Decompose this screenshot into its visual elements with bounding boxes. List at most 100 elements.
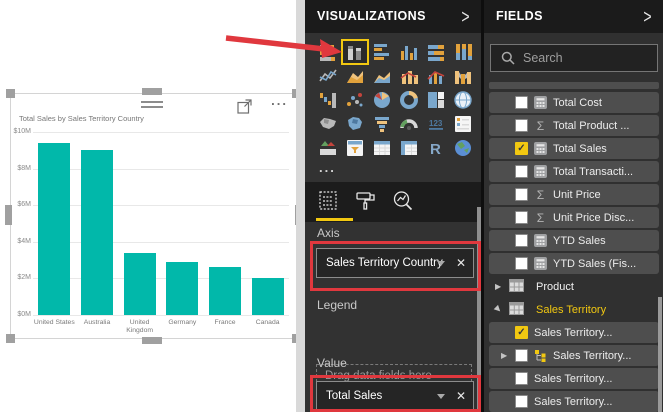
field-row-total-cost-0[interactable]: Total Cost	[489, 92, 659, 113]
checkbox[interactable]	[515, 165, 528, 178]
bar-united-kingdom[interactable]	[124, 253, 156, 315]
viz-icon-kpi[interactable]	[316, 137, 340, 159]
value-field-well[interactable]: Total Sales ✕	[316, 381, 474, 411]
drag-handle-icon[interactable]	[141, 101, 163, 111]
y-axis-tick: $6M	[11, 201, 31, 208]
viz-icon-stacked-column-chart[interactable]	[343, 41, 367, 63]
checkbox[interactable]	[515, 372, 528, 385]
viz-icon-card[interactable]: 123	[424, 113, 448, 135]
field-row-product-8[interactable]: ▶Product	[489, 276, 659, 297]
field-row-sales-territory-12[interactable]: Sales Territory...	[489, 368, 659, 389]
field-row-total-transacti-3[interactable]: Total Transacti...	[489, 161, 659, 182]
field-row-sales-territory-9[interactable]: ▶ Sales Territory	[489, 299, 659, 320]
resize-handle-top[interactable]	[142, 88, 162, 95]
selected-tab-underline	[316, 218, 353, 221]
field-row-ytd-sales-6[interactable]: YTD Sales	[489, 230, 659, 251]
viz-icon-waterfall-chart[interactable]	[316, 89, 340, 111]
viz-icon-funnel[interactable]	[370, 113, 394, 135]
resize-handle-bottom-left[interactable]	[6, 334, 15, 343]
viz-icon-gauge[interactable]	[397, 113, 421, 135]
collapse-pane-icon[interactable]: >	[643, 0, 652, 40]
field-row-sales-territory-11[interactable]: ▶Sales Territory...	[489, 345, 659, 366]
field-row-sales-territory-13[interactable]: Sales Territory...	[489, 391, 659, 412]
checkbox[interactable]	[515, 119, 528, 132]
viz-icon-line-and-stacked-column-chart[interactable]	[397, 65, 421, 87]
collapse-chevron-icon[interactable]: ▶	[493, 303, 505, 315]
visual-options-icon[interactable]: ...	[271, 93, 288, 108]
remove-field-icon[interactable]: ✕	[456, 389, 466, 403]
bar-germany[interactable]	[166, 262, 198, 315]
viz-icon-line-chart[interactable]	[316, 65, 340, 87]
viz-icon-line-and-clustered-column-chart[interactable]	[424, 65, 448, 87]
checkbox[interactable]	[515, 257, 528, 270]
field-label: Unit Price Disc...	[553, 212, 634, 224]
x-axis-label: France	[204, 319, 247, 327]
bar-united-states[interactable]	[38, 143, 70, 315]
x-axis-label: Germany	[161, 319, 204, 327]
viz-icon-100-stacked-bar-chart[interactable]	[424, 41, 448, 63]
viz-icon-100-stacked-column-chart[interactable]	[451, 41, 475, 63]
axis-field-well[interactable]: Sales Territory Country ✕	[316, 248, 474, 278]
remove-field-icon[interactable]: ✕	[456, 256, 466, 270]
field-row-unit-price-4[interactable]: ΣUnit Price	[489, 184, 659, 205]
viz-icon-slicer[interactable]	[343, 137, 367, 159]
bar-australia[interactable]	[81, 150, 113, 315]
viz-icon-map[interactable]	[451, 89, 475, 111]
field-row-total-sales-2[interactable]: ✓Total Sales	[489, 138, 659, 159]
gridline	[33, 205, 289, 206]
checkbox[interactable]	[515, 211, 528, 224]
chart-title: Total Sales by Sales Territory Country	[19, 114, 144, 123]
viz-icon-scatter-chart[interactable]	[343, 89, 367, 111]
field-row-total-product-1[interactable]: ΣTotal Product ...	[489, 115, 659, 136]
more-visuals-icon[interactable]: ...	[319, 160, 336, 175]
viz-icon-r-script-visual[interactable]: R	[424, 137, 448, 159]
report-canvas[interactable]: ... Total Sales by Sales Territory Count…	[0, 0, 296, 412]
field-row-sales-territory-10[interactable]: ✓ Sales Territory...	[489, 322, 659, 343]
table-label: Sales Territory	[536, 304, 606, 316]
checkbox[interactable]: ✓	[515, 326, 528, 339]
checkbox[interactable]	[515, 349, 528, 362]
viz-icon-donut-chart[interactable]	[397, 89, 421, 111]
viz-icon-stacked-bar-chart[interactable]	[316, 41, 340, 63]
expand-chevron-icon[interactable]: ▶	[501, 351, 509, 360]
calculator-icon	[534, 257, 547, 270]
field-row-unit-price-disc-5[interactable]: ΣUnit Price Disc...	[489, 207, 659, 228]
checkbox[interactable]: ✓	[515, 142, 528, 155]
collapse-pane-icon[interactable]: >	[461, 0, 470, 40]
viz-icon-stacked-area-chart[interactable]	[370, 65, 394, 87]
chevron-down-icon[interactable]	[437, 394, 445, 399]
viz-icon-shape-map[interactable]	[343, 113, 367, 135]
focus-mode-icon[interactable]	[237, 99, 252, 114]
checkbox[interactable]	[515, 96, 528, 109]
viz-icon-arcgis-map[interactable]	[451, 137, 475, 159]
search-input[interactable]: Search	[490, 44, 658, 72]
gridline	[33, 278, 289, 279]
checkbox[interactable]	[515, 234, 528, 247]
chevron-down-icon[interactable]	[437, 261, 445, 266]
fields-pane-scrollbar[interactable]	[658, 297, 662, 412]
field-row-ytd-sales-fis-7[interactable]: YTD Sales (Fis...	[489, 253, 659, 274]
expand-chevron-icon[interactable]: ▶	[495, 282, 503, 291]
viz-icon-pie-chart[interactable]	[370, 89, 394, 111]
viz-icon-area-chart[interactable]	[343, 65, 367, 87]
bar-chart-visual[interactable]: ... Total Sales by Sales Territory Count…	[10, 93, 297, 339]
field-label: Sales Territory...	[534, 327, 612, 339]
viz-icon-treemap[interactable]	[424, 89, 448, 111]
checkbox[interactable]	[515, 395, 528, 408]
canvas-scroll-gutter[interactable]	[296, 0, 305, 412]
viz-icon-table[interactable]	[370, 137, 394, 159]
resize-handle-bottom[interactable]	[142, 337, 162, 344]
viz-icon-clustered-bar-chart[interactable]	[370, 41, 394, 63]
resize-handle-top-left[interactable]	[6, 89, 15, 98]
tab-format[interactable]	[354, 189, 378, 213]
tab-analytics[interactable]	[391, 189, 415, 213]
viz-icon-matrix[interactable]	[397, 137, 421, 159]
viz-icon-clustered-column-chart[interactable]	[397, 41, 421, 63]
tab-fields[interactable]	[316, 189, 340, 213]
bar-france[interactable]	[209, 267, 241, 315]
bar-canada[interactable]	[252, 278, 284, 315]
viz-icon-filled-map[interactable]	[316, 113, 340, 135]
checkbox[interactable]	[515, 188, 528, 201]
viz-icon-ribbon-chart[interactable]	[451, 65, 475, 87]
viz-icon-multi-row-card[interactable]	[451, 113, 475, 135]
